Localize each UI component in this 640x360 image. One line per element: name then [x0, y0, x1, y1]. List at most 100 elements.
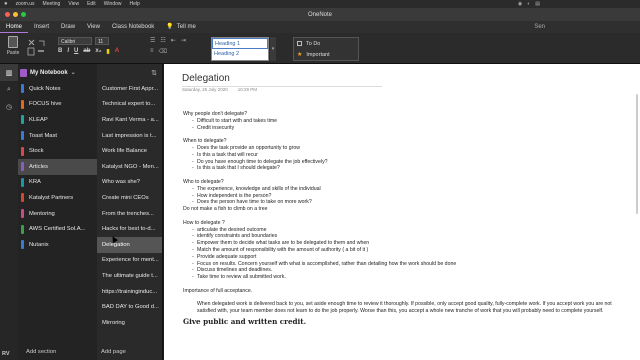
section-item[interactable]: Mentoring — [18, 206, 97, 222]
menu-help[interactable]: Help — [130, 1, 140, 7]
page-item[interactable]: Last impression is t... — [97, 128, 162, 144]
bullet-list[interactable]: articulate the desired outcomeidentify c… — [183, 227, 623, 281]
page-item[interactable]: Hacks for best to-d... — [97, 221, 162, 237]
menu-edit[interactable]: Edit — [87, 1, 96, 7]
status-icon[interactable]: ◐ — [527, 1, 530, 7]
clipboard-tools-icons[interactable] — [26, 37, 48, 59]
font-color-button[interactable]: A — [115, 48, 119, 55]
list-item[interactable]: articulate the desired outcome — [192, 227, 623, 234]
style-heading-2[interactable]: Heading 2 — [212, 49, 268, 60]
section-item[interactable]: KLEAP — [18, 112, 97, 128]
note-line[interactable]: When to delegate? — [183, 138, 623, 145]
paste-button[interactable]: Paste — [6, 36, 20, 56]
bullets-icon[interactable]: ☰ — [150, 37, 155, 44]
notebooks-icon[interactable]: ▥ — [0, 64, 18, 81]
section-item[interactable]: Quick Notes — [18, 81, 97, 97]
font-size-select[interactable]: 11 — [95, 37, 109, 45]
italic-button[interactable]: I — [67, 48, 69, 55]
bullet-list[interactable]: The experience, knowledge and skills of … — [183, 186, 623, 206]
list-item[interactable]: Is this a task that will recur — [192, 152, 623, 159]
page-canvas[interactable]: Delegation Saturday, 25 July 2020 10:29 … — [164, 64, 640, 360]
list-item[interactable]: Does the task provide an opportunity to … — [192, 145, 623, 152]
note-line[interactable]: Importance of full acceptance. — [183, 288, 623, 295]
list-item[interactable]: Credit insecurity — [192, 125, 623, 132]
section-item[interactable]: Stock — [18, 143, 97, 159]
note-line[interactable]: How to delegate ? — [183, 220, 623, 227]
subscript-button[interactable]: x₂ — [95, 48, 101, 55]
list-item[interactable]: Do you have enough time to delegate the … — [192, 159, 623, 166]
page-item[interactable]: Experience for ment... — [97, 253, 162, 269]
user-initials[interactable]: RV — [2, 351, 10, 357]
style-heading-1[interactable]: Heading 1 — [212, 38, 268, 49]
zoom-window-button[interactable] — [21, 12, 26, 17]
status-icon[interactable]: ▤ — [535, 1, 540, 7]
section-item[interactable]: FOCUS hive — [18, 97, 97, 113]
tab-insert[interactable]: Insert — [28, 21, 55, 33]
menu-view[interactable]: View — [68, 1, 79, 7]
align-left-icon[interactable]: ≡ — [150, 48, 154, 55]
list-item[interactable]: Difficult to start with and takes time — [192, 118, 623, 125]
add-page-button[interactable]: Add page — [101, 349, 126, 355]
numbering-icon[interactable]: ☷ — [160, 37, 165, 44]
page-item[interactable]: Create mini CEOs — [97, 190, 162, 206]
strikethrough-button[interactable]: ab — [83, 48, 90, 55]
note-heading[interactable]: Give public and written credit. — [183, 318, 623, 326]
section-item[interactable]: AWS Certified Sol.A... — [18, 221, 97, 237]
tab-home[interactable]: Home — [0, 21, 29, 33]
section-item[interactable]: Nutanix — [18, 237, 97, 253]
account-label[interactable]: Sen — [534, 24, 545, 30]
menu-window[interactable]: Window — [104, 1, 122, 7]
tab-view[interactable]: View — [81, 21, 106, 33]
page-item[interactable]: Work life Balance — [97, 143, 162, 159]
tab-draw[interactable]: Draw — [55, 21, 81, 33]
page-title[interactable]: Delegation — [182, 73, 230, 84]
page-item[interactable]: Who was she? — [97, 175, 162, 191]
recent-icon[interactable]: ◷ — [0, 98, 18, 115]
list-item[interactable]: How independent is the person? — [192, 193, 623, 200]
menu-meeting[interactable]: Meeting — [43, 1, 61, 7]
highlight-button[interactable]: ▮ — [106, 48, 109, 55]
status-icon[interactable]: ◉ — [518, 1, 522, 7]
bullet-list[interactable]: Does the task provide an opportunity to … — [183, 145, 623, 172]
list-item[interactable]: Provide adequate support — [192, 254, 623, 261]
page-item[interactable]: Katalyst NGO - Men... — [97, 159, 162, 175]
note-line[interactable]: Why people don't delegate? — [183, 111, 623, 118]
page-body[interactable]: Why people don't delegate?Difficult to s… — [183, 111, 623, 326]
list-item[interactable]: Does the person have time to take on mor… — [192, 199, 623, 206]
page-item[interactable]: Customer First Appr... — [97, 81, 162, 97]
bullet-list[interactable]: Difficult to start with and takes timeCr… — [183, 118, 623, 132]
styles-expand-icon[interactable]: ▾ — [270, 37, 276, 61]
page-item[interactable]: Delegation — [97, 236, 162, 253]
page-item[interactable]: From the trenches... — [97, 206, 162, 222]
paragraph[interactable]: When delegated work is delivered back to… — [183, 301, 623, 315]
tag-todo[interactable]: To Do — [294, 38, 358, 49]
underline-button[interactable]: U — [74, 48, 78, 55]
list-item[interactable]: Discuss timelines and deadlines. — [192, 267, 623, 274]
sort-pages-icon[interactable]: ⇅ — [97, 64, 162, 81]
list-item[interactable]: Take time to review all submitted work. — [192, 274, 623, 281]
outdent-icon[interactable]: ⇤ — [171, 37, 176, 44]
page-item[interactable]: BAD DAY to Good d... — [97, 299, 162, 315]
note-line[interactable]: Do not make a fish to climb on a tree — [183, 206, 623, 213]
section-item[interactable]: Toast Mast — [18, 128, 97, 144]
section-item[interactable]: Katalyst Partners — [18, 190, 97, 206]
section-item[interactable]: KRA — [18, 175, 97, 191]
page-item[interactable]: https://traininginduc... — [97, 284, 162, 300]
list-item[interactable]: Match the amount of responsibility with … — [192, 247, 623, 254]
apple-icon[interactable]: ● — [4, 1, 8, 7]
section-item[interactable]: Articles — [18, 158, 97, 175]
clear-format-icon[interactable]: ⌫ — [159, 48, 167, 55]
indent-icon[interactable]: ⇥ — [181, 37, 186, 44]
font-family-select[interactable]: Calibri — [58, 37, 92, 45]
search-icon[interactable]: ⌕ — [0, 81, 18, 98]
list-item[interactable]: The experience, knowledge and skills of … — [192, 186, 623, 193]
minimize-window-button[interactable] — [13, 12, 18, 17]
page-item[interactable]: The ultimate guide t... — [97, 268, 162, 284]
page-item[interactable]: Technical expert to... — [97, 97, 162, 113]
vertical-scrollbar[interactable] — [636, 94, 638, 214]
list-item[interactable]: Empower them to decide what tasks are to… — [192, 240, 623, 247]
close-window-button[interactable] — [5, 12, 10, 17]
tab-class-notebook[interactable]: Class Notebook — [106, 21, 160, 33]
add-section-button[interactable]: Add section — [26, 349, 56, 355]
bold-button[interactable]: B — [58, 48, 62, 55]
